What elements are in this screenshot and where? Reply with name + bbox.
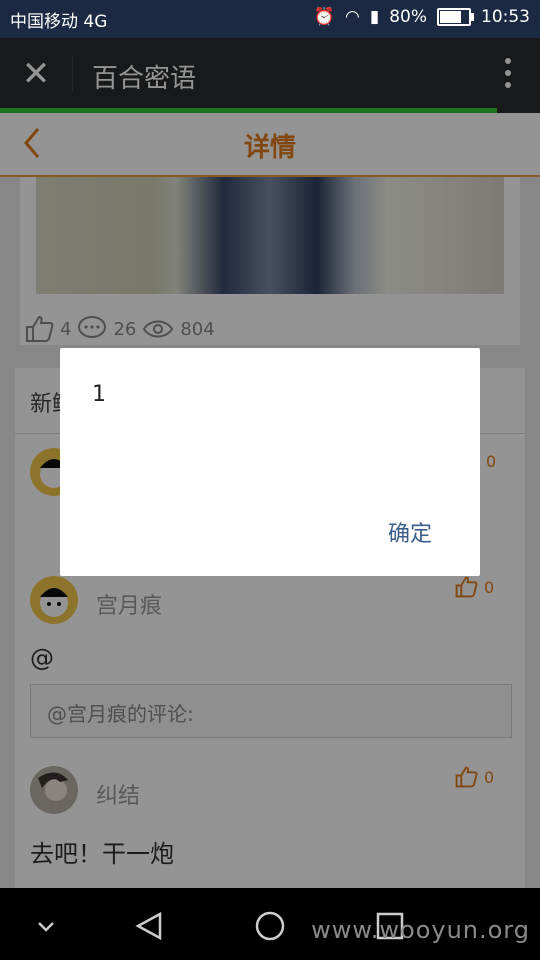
status-icons: ⏰ ◠ ▮ 80% 10:53 bbox=[314, 7, 530, 27]
chevron-down-icon[interactable] bbox=[26, 906, 66, 946]
home-circle-icon[interactable] bbox=[250, 906, 290, 946]
battery-percent: 80% bbox=[389, 7, 427, 27]
signal-icon: ▮ bbox=[369, 7, 380, 27]
back-triangle-icon[interactable] bbox=[130, 906, 170, 946]
battery-icon bbox=[437, 8, 474, 26]
status-bar: 中国移动 4G ⏰ ◠ ▮ 80% 10:53 bbox=[0, 0, 540, 38]
android-nav-bar: www.wooyun.org bbox=[0, 888, 540, 960]
alarm-icon: ⏰ bbox=[313, 7, 335, 27]
alert-message: 1 bbox=[92, 382, 106, 407]
clock: 10:53 bbox=[481, 7, 530, 27]
carrier-label: 中国移动 4G bbox=[10, 12, 108, 32]
wifi-icon: ◠ bbox=[345, 7, 360, 27]
ok-button[interactable]: 确定 bbox=[388, 516, 432, 548]
watermark: www.wooyun.org bbox=[311, 916, 530, 944]
alert-dialog: 1 确定 bbox=[60, 348, 480, 576]
